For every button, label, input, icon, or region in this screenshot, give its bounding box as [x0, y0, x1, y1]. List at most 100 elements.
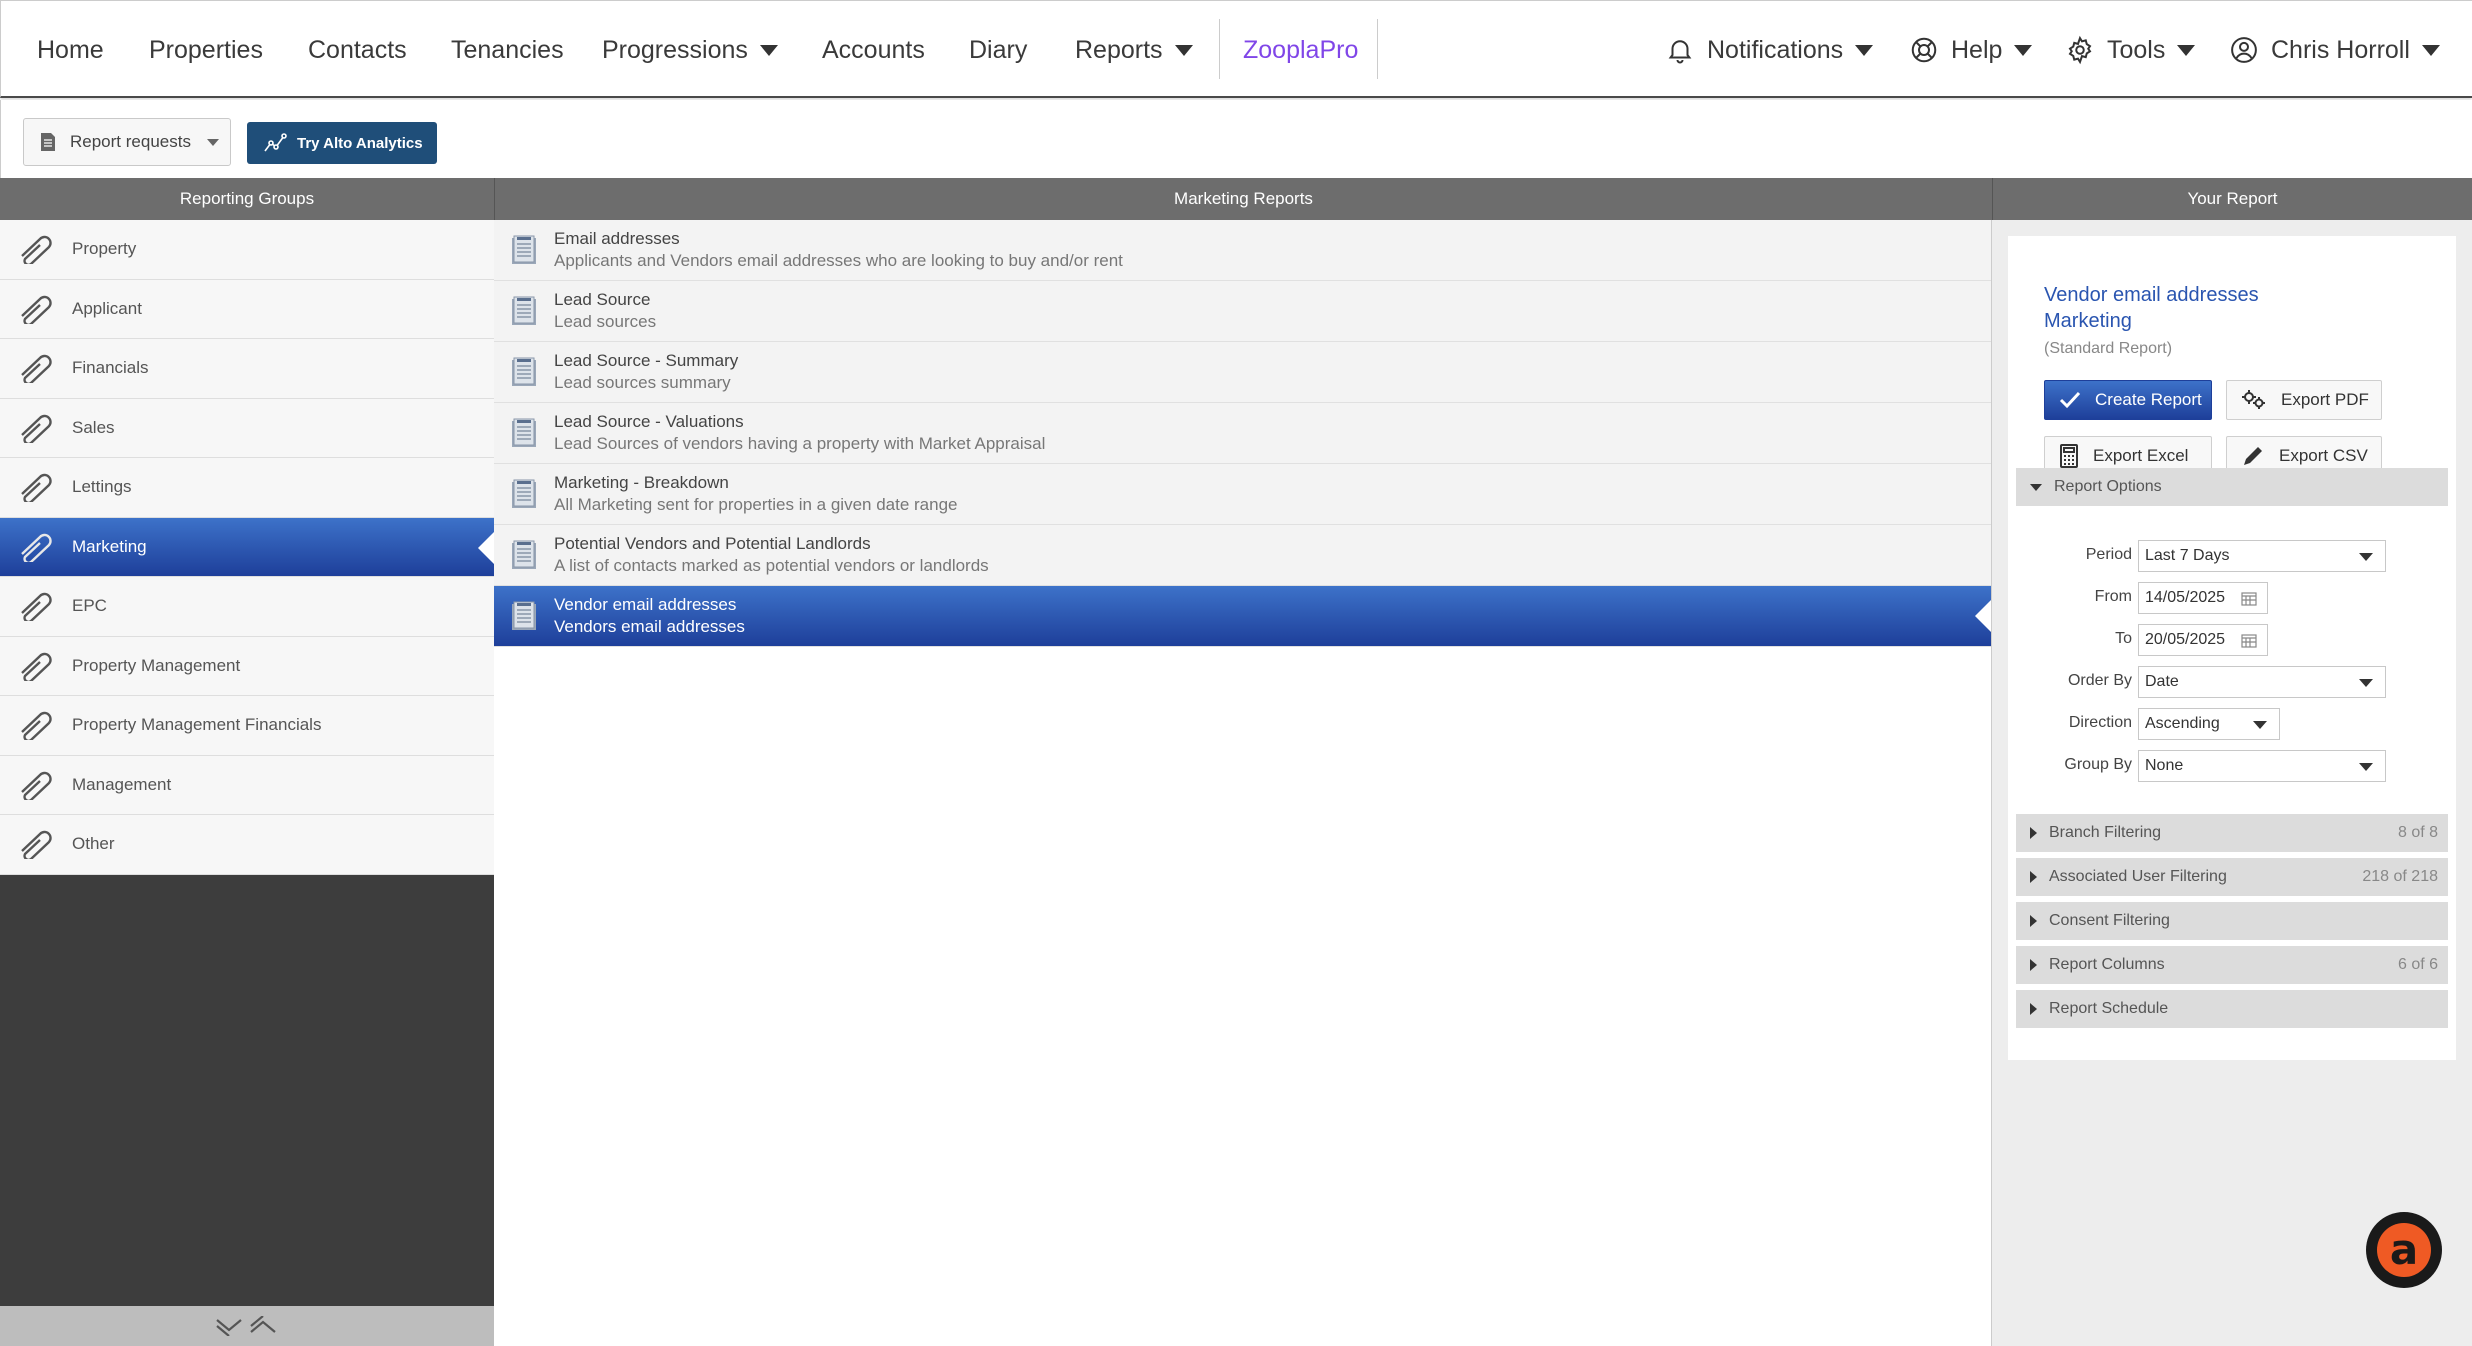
section-label: Report Schedule: [2049, 1000, 2169, 1017]
report-item[interactable]: Lead Source - Valuations Lead Sources of …: [494, 403, 1991, 464]
to-date-input[interactable]: 20/05/2025: [2138, 624, 2268, 656]
calendar-icon[interactable]: [2241, 634, 2257, 648]
paperclip-icon: [0, 220, 72, 279]
alto-logo-badge[interactable]: a: [2366, 1212, 2442, 1288]
triangle-right-icon: [2030, 871, 2037, 883]
chevron-down-icon: [2359, 679, 2373, 687]
group-item-label: Other: [72, 834, 115, 854]
nav-progressions[interactable]: Progressions: [602, 1, 778, 99]
report-options-toggle[interactable]: Report Options: [2016, 468, 2448, 506]
report-card: Vendor email addresses Marketing (Standa…: [2008, 236, 2456, 1060]
group-list: Property Applicant Financials Sales Lettings…: [0, 220, 494, 875]
direction-label: Direction: [2068, 714, 2132, 731]
order-by-label: Order By: [2067, 672, 2132, 689]
direction-select[interactable]: Ascending: [2138, 708, 2280, 740]
group-item-label: Property Management: [72, 655, 241, 675]
report-item-text: Marketing - Breakdown All Marketing sent …: [554, 472, 958, 516]
nav-help-label: Help: [1951, 35, 2003, 64]
report-document-icon: [494, 296, 554, 326]
nav-help[interactable]: Help: [1909, 1, 2033, 99]
report-options-label: Report Options: [2054, 478, 2162, 495]
nav-home[interactable]: Home: [37, 1, 104, 99]
report-requests-button[interactable]: Report requests: [23, 118, 231, 166]
report-item-title: Email addresses: [554, 229, 680, 248]
report-list: Email addresses Applicants and Vendors em…: [494, 220, 1991, 647]
group-item-epc[interactable]: EPC: [0, 577, 494, 637]
nav-notifications[interactable]: Notifications: [1665, 1, 1874, 99]
paperclip-icon: [0, 339, 72, 398]
report-item-description: A list of contacts marked as potential v…: [554, 556, 989, 575]
nav-properties[interactable]: Properties: [149, 1, 263, 99]
section-branch-filtering[interactable]: Branch Filtering 8 of 8: [2016, 814, 2448, 852]
chevron-down-icon: [2359, 553, 2373, 561]
user-icon: [2229, 35, 2259, 65]
nav-tenancies[interactable]: Tenancies: [451, 1, 564, 99]
group-item-label: Property Management Financials: [72, 715, 322, 735]
order-by-value: Date: [2145, 673, 2179, 690]
try-alto-analytics-button[interactable]: Try Alto Analytics: [247, 122, 437, 164]
group-item-label: EPC: [72, 596, 107, 616]
group-item-property-management[interactable]: Property Management: [0, 636, 494, 696]
section-report-columns[interactable]: Report Columns 6 of 6: [2016, 946, 2448, 984]
export-pdf-button[interactable]: Export PDF: [2226, 380, 2382, 420]
group-item-property-management-financials[interactable]: Property Management Financials: [0, 696, 494, 756]
report-item[interactable]: Marketing - Breakdown All Marketing sent …: [494, 464, 1991, 525]
nav-user-label: Chris Horroll: [2271, 35, 2410, 64]
report-item[interactable]: Vendor email addresses Vendors email addr…: [494, 586, 1991, 647]
create-report-button[interactable]: Create Report: [2044, 380, 2212, 420]
section-associated-user-filtering[interactable]: Associated User Filtering 218 of 218: [2016, 858, 2448, 896]
report-item[interactable]: Email addresses Applicants and Vendors em…: [494, 220, 1991, 281]
reporting-groups-panel: Property Applicant Financials Sales Lettings…: [0, 220, 494, 1346]
report-item-title: Lead Source - Summary: [554, 351, 739, 370]
calendar-icon[interactable]: [2241, 592, 2257, 606]
report-item[interactable]: Lead Source - Summary Lead sources summar…: [494, 342, 1991, 403]
group-item-applicant[interactable]: Applicant: [0, 279, 494, 339]
group-item-property[interactable]: Property: [0, 220, 494, 280]
chevron-down-icon: [2253, 721, 2267, 729]
section-consent-filtering[interactable]: Consent Filtering: [2016, 902, 2448, 940]
report-item-title: Marketing - Breakdown: [554, 473, 729, 492]
checkmark-icon: [2059, 391, 2081, 409]
nav-reports[interactable]: Reports: [1075, 1, 1193, 99]
triangle-right-icon: [2030, 959, 2037, 971]
nav-diary[interactable]: Diary: [969, 1, 1027, 99]
nav-tools[interactable]: Tools: [2065, 1, 2196, 99]
gears-icon: [2242, 390, 2265, 409]
pencil-icon: [2244, 447, 2262, 465]
report-item-title: Lead Source - Valuations: [554, 412, 744, 431]
period-value: Last 7 Days: [2145, 547, 2230, 564]
section-label: Branch Filtering: [2049, 824, 2162, 841]
export-pdf-label: Export PDF: [2281, 390, 2369, 409]
group-item-financials[interactable]: Financials: [0, 339, 494, 399]
nav-zooplapro[interactable]: ZooplaPro: [1243, 1, 1358, 99]
group-item-label: Applicant: [72, 298, 142, 318]
group-item-other[interactable]: Other: [0, 815, 494, 875]
collapse-all-icon[interactable]: [215, 1316, 245, 1336]
from-date-value: 14/05/2025: [2145, 589, 2226, 606]
report-item[interactable]: Potential Vendors and Potential Landlord…: [494, 525, 1991, 586]
group-by-select[interactable]: None: [2138, 750, 2386, 782]
group-item-marketing[interactable]: Marketing: [0, 517, 494, 577]
nav-user-menu[interactable]: Chris Horroll: [2229, 1, 2440, 99]
group-item-sales[interactable]: Sales: [0, 398, 494, 458]
export-excel-label: Export Excel: [2093, 446, 2189, 465]
from-date-input[interactable]: 14/05/2025: [2138, 582, 2268, 614]
your-report-panel: Vendor email addresses Marketing (Standa…: [1992, 220, 2472, 1346]
report-item-text: Lead Source - Summary Lead sources summar…: [554, 350, 738, 394]
lifebuoy-icon: [1909, 35, 1939, 65]
selected-report-name: Vendor email addresses: [2044, 284, 2259, 306]
group-item-management[interactable]: Management: [0, 755, 494, 815]
chevron-down-icon: [1855, 44, 1874, 56]
create-report-label: Create Report: [2095, 390, 2202, 409]
section-label: Report Columns: [2049, 956, 2165, 973]
report-item[interactable]: Lead Source Lead sources: [494, 281, 1991, 342]
group-item-lettings[interactable]: Lettings: [0, 458, 494, 518]
report-toolbar: Report requests Try Alto Analytics: [0, 100, 2472, 178]
nav-contacts[interactable]: Contacts: [308, 1, 407, 99]
nav-accounts[interactable]: Accounts: [822, 1, 925, 99]
period-select[interactable]: Last 7 Days: [2138, 540, 2386, 572]
order-by-select[interactable]: Date: [2138, 666, 2386, 698]
expand-all-icon[interactable]: [249, 1316, 279, 1336]
report-document-icon: [494, 235, 554, 265]
section-report-schedule[interactable]: Report Schedule: [2016, 990, 2448, 1028]
